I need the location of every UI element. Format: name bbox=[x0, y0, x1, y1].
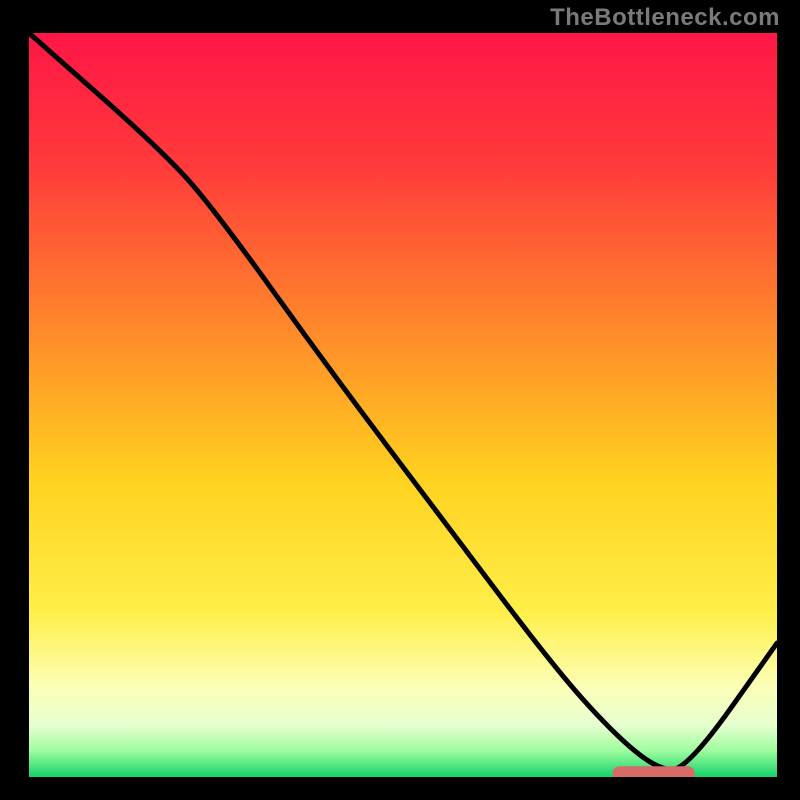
chart-frame: TheBottleneck.com bbox=[0, 0, 800, 800]
watermark-text: TheBottleneck.com bbox=[550, 4, 780, 32]
optimal-range-marker bbox=[612, 766, 694, 777]
gradient-background bbox=[29, 33, 777, 777]
bottleneck-chart bbox=[29, 33, 777, 777]
plot-area bbox=[26, 30, 774, 774]
